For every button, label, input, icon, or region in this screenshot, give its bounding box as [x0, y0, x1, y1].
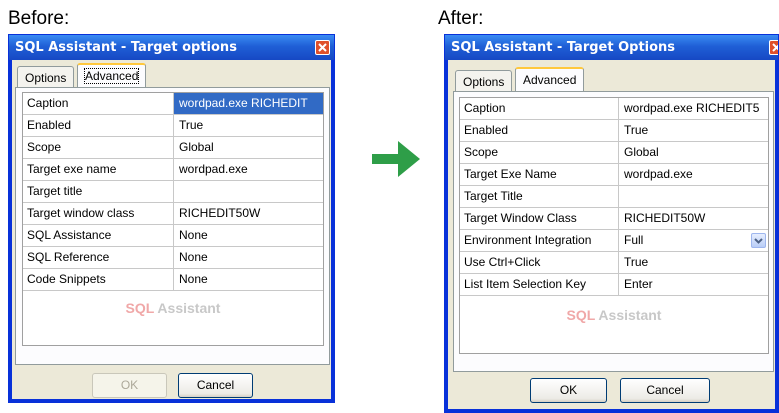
property-name: Target exe name: [23, 159, 174, 180]
property-name: Use Ctrl+Click: [460, 252, 619, 273]
property-value[interactable]: Enter: [619, 274, 768, 295]
property-value[interactable]: wordpad.exe: [619, 164, 768, 185]
before-close-button[interactable]: [315, 40, 330, 55]
after-row-enabled[interactable]: Enabled True: [460, 120, 768, 142]
property-value[interactable]: wordpad.exe: [174, 159, 323, 180]
watermark-sql: SQL: [125, 300, 155, 316]
after-tab-advanced-label: Advanced: [523, 73, 577, 87]
property-name: Scope: [460, 142, 619, 163]
after-tab-options[interactable]: Options: [455, 70, 513, 92]
before-row-target-window-class[interactable]: Target window class RICHEDIT50W: [23, 203, 323, 225]
watermark-assistant: Assistant: [154, 300, 221, 316]
property-value[interactable]: True: [619, 252, 768, 273]
property-name: Target Title: [460, 186, 619, 207]
after-client-area: Options Advanced Caption wordpad.exe RIC…: [448, 60, 775, 409]
property-name: Enabled: [23, 115, 174, 136]
before-row-sql-reference[interactable]: SQL Reference None: [23, 247, 323, 269]
property-name: Code Snippets: [23, 269, 174, 290]
property-name: Target Exe Name: [460, 164, 619, 185]
property-name: Target title: [23, 181, 174, 202]
property-value[interactable]: RICHEDIT50W: [619, 208, 768, 229]
after-tab-advanced[interactable]: Advanced: [515, 67, 585, 92]
property-value[interactable]: Global: [174, 137, 323, 158]
property-name: Target Window Class: [460, 208, 619, 229]
after-cancel-button[interactable]: Cancel: [620, 378, 710, 403]
before-row-code-snippets[interactable]: Code Snippets None: [23, 269, 323, 291]
property-name: SQL Assistance: [23, 225, 174, 246]
close-icon: [318, 43, 327, 52]
after-row-target-title[interactable]: Target Title: [460, 186, 768, 208]
property-name: SQL Reference: [23, 247, 174, 268]
before-property-grid: Caption wordpad.exe RICHEDIT Enabled Tru…: [22, 92, 324, 346]
before-ok-button[interactable]: OK: [92, 373, 167, 398]
after-dialog: SQL Assistant - Target Options Options A…: [444, 34, 779, 413]
chevron-down-icon: [754, 238, 763, 244]
property-value[interactable]: None: [174, 247, 323, 268]
property-value[interactable]: RICHEDIT50W: [174, 203, 323, 224]
after-property-grid: Caption wordpad.exe RICHEDIT5 Enabled Tr…: [459, 97, 769, 354]
before-watermark-logo: SQL Assistant: [23, 300, 323, 316]
watermark-assistant: Assistant: [595, 307, 662, 323]
before-tab-advanced-label: Advanced: [83, 68, 140, 84]
after-row-target-exe-name[interactable]: Target Exe Name wordpad.exe: [460, 164, 768, 186]
after-title-bar: SQL Assistant - Target Options: [445, 35, 778, 60]
before-title-bar: SQL Assistant - Target options: [9, 35, 334, 60]
property-name: Scope: [23, 137, 174, 158]
after-label: After:: [438, 8, 484, 29]
property-name: Target window class: [23, 203, 174, 224]
property-name: Caption: [460, 98, 619, 119]
before-label: Before:: [8, 8, 70, 29]
after-row-scope[interactable]: Scope Global: [460, 142, 768, 164]
property-name: Caption: [23, 93, 174, 114]
before-row-enabled[interactable]: Enabled True: [23, 115, 323, 137]
before-dialog-title: SQL Assistant - Target options: [15, 40, 237, 55]
after-row-caption[interactable]: Caption wordpad.exe RICHEDIT5: [460, 98, 768, 120]
property-name: List Item Selection Key: [460, 274, 619, 295]
property-value: Full: [624, 233, 644, 247]
before-row-target-exe-name[interactable]: Target exe name wordpad.exe: [23, 159, 323, 181]
after-watermark-logo: SQL Assistant: [460, 307, 768, 323]
dropdown-button[interactable]: [751, 233, 766, 248]
after-tab-panel: Caption wordpad.exe RICHEDIT5 Enabled Tr…: [453, 91, 774, 372]
watermark-sql: SQL: [566, 307, 596, 323]
before-cancel-button[interactable]: Cancel: [178, 373, 253, 398]
before-row-caption[interactable]: Caption wordpad.exe RICHEDIT: [23, 93, 323, 115]
before-row-sql-assistance[interactable]: SQL Assistance None: [23, 225, 323, 247]
before-tab-options[interactable]: Options: [17, 66, 75, 88]
property-value[interactable]: True: [619, 120, 768, 141]
property-value[interactable]: wordpad.exe RICHEDIT5: [619, 98, 768, 119]
property-name: Enabled: [460, 120, 619, 141]
close-icon: [772, 43, 778, 52]
environment-integration-select[interactable]: Full: [619, 230, 768, 251]
after-close-button[interactable]: [769, 40, 778, 55]
property-name: Environment Integration: [460, 230, 619, 251]
property-value[interactable]: wordpad.exe RICHEDIT: [174, 93, 323, 114]
before-row-target-title[interactable]: Target title: [23, 181, 323, 203]
before-client-area: Options Advanced Caption wordpad.exe RIC…: [12, 60, 331, 399]
after-row-environment-integration[interactable]: Environment Integration Full: [460, 230, 768, 252]
after-row-use-ctrl-click[interactable]: Use Ctrl+Click True: [460, 252, 768, 274]
before-tab-panel: Caption wordpad.exe RICHEDIT Enabled Tru…: [15, 87, 330, 365]
property-value[interactable]: None: [174, 225, 323, 246]
before-tab-options-label: Options: [25, 71, 67, 85]
property-value[interactable]: True: [174, 115, 323, 136]
after-ok-button[interactable]: OK: [530, 378, 607, 403]
property-value[interactable]: [174, 181, 323, 202]
before-dialog: SQL Assistant - Target options Options A…: [8, 34, 335, 403]
after-row-target-window-class[interactable]: Target Window Class RICHEDIT50W: [460, 208, 768, 230]
property-value[interactable]: Global: [619, 142, 768, 163]
property-value[interactable]: None: [174, 269, 323, 290]
right-arrow-icon: [372, 141, 420, 177]
before-row-scope[interactable]: Scope Global: [23, 137, 323, 159]
after-row-list-item-selection-key[interactable]: List Item Selection Key Enter: [460, 274, 768, 296]
after-tab-options-label: Options: [463, 75, 505, 89]
after-dialog-title: SQL Assistant - Target Options: [451, 40, 676, 55]
before-tab-advanced[interactable]: Advanced: [77, 63, 147, 88]
property-value[interactable]: [619, 186, 768, 207]
